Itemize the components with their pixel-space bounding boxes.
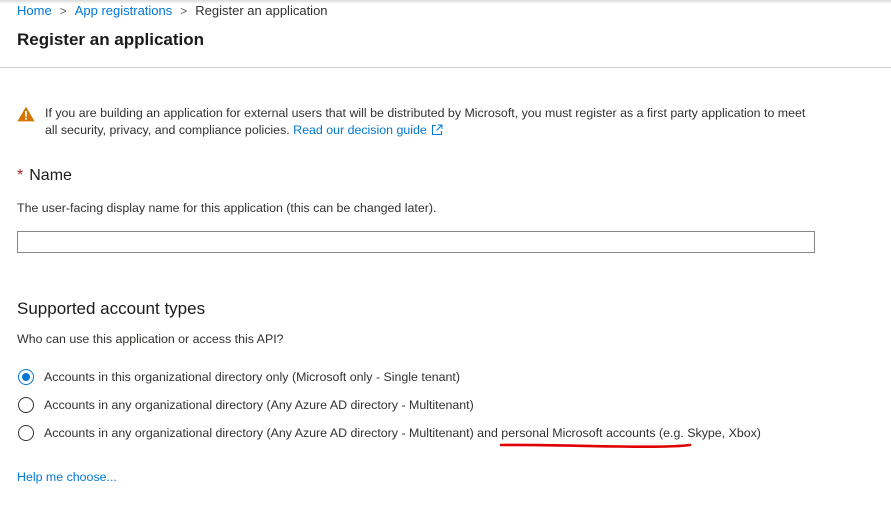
supported-account-types-title: Supported account types [17,299,206,318]
title-divider [0,67,891,68]
account-type-label: Accounts in any organizational directory… [44,398,474,412]
name-help-text: The user-facing display name for this ap… [17,201,437,215]
radio-button[interactable] [18,425,34,441]
name-input[interactable] [17,231,815,253]
decision-guide-link-label: Read our decision guide [293,123,427,137]
red-annotation-underline [500,443,692,449]
help-me-choose-link[interactable]: Help me choose... [17,469,117,485]
account-type-label: Accounts in this organizational director… [44,370,460,384]
breadcrumb-separator: > [180,4,188,18]
breadcrumb-home-link[interactable]: Home [17,3,52,18]
warning-icon [17,106,35,122]
breadcrumb-current: Register an application [195,3,328,18]
open-in-new-window-icon [431,124,443,135]
name-label: * Name [17,166,72,186]
warning-message: If you are building an application for e… [45,105,815,139]
account-type-label: Accounts in any organizational directory… [44,426,761,440]
radio-button[interactable] [18,397,34,413]
radio-button-checked[interactable] [18,369,34,385]
supported-account-types-subtitle: Who can use this application or access t… [17,332,284,346]
page-title: Register an application [17,30,205,49]
breadcrumb-app-registrations-link[interactable]: App registrations [75,3,173,18]
required-marker: * [17,167,24,184]
decision-guide-link[interactable]: Read our decision guide [293,123,443,137]
breadcrumb: Home > App registrations > Register an appli… [17,2,328,20]
name-label-text: Name [29,167,72,184]
breadcrumb-separator: > [59,4,67,18]
